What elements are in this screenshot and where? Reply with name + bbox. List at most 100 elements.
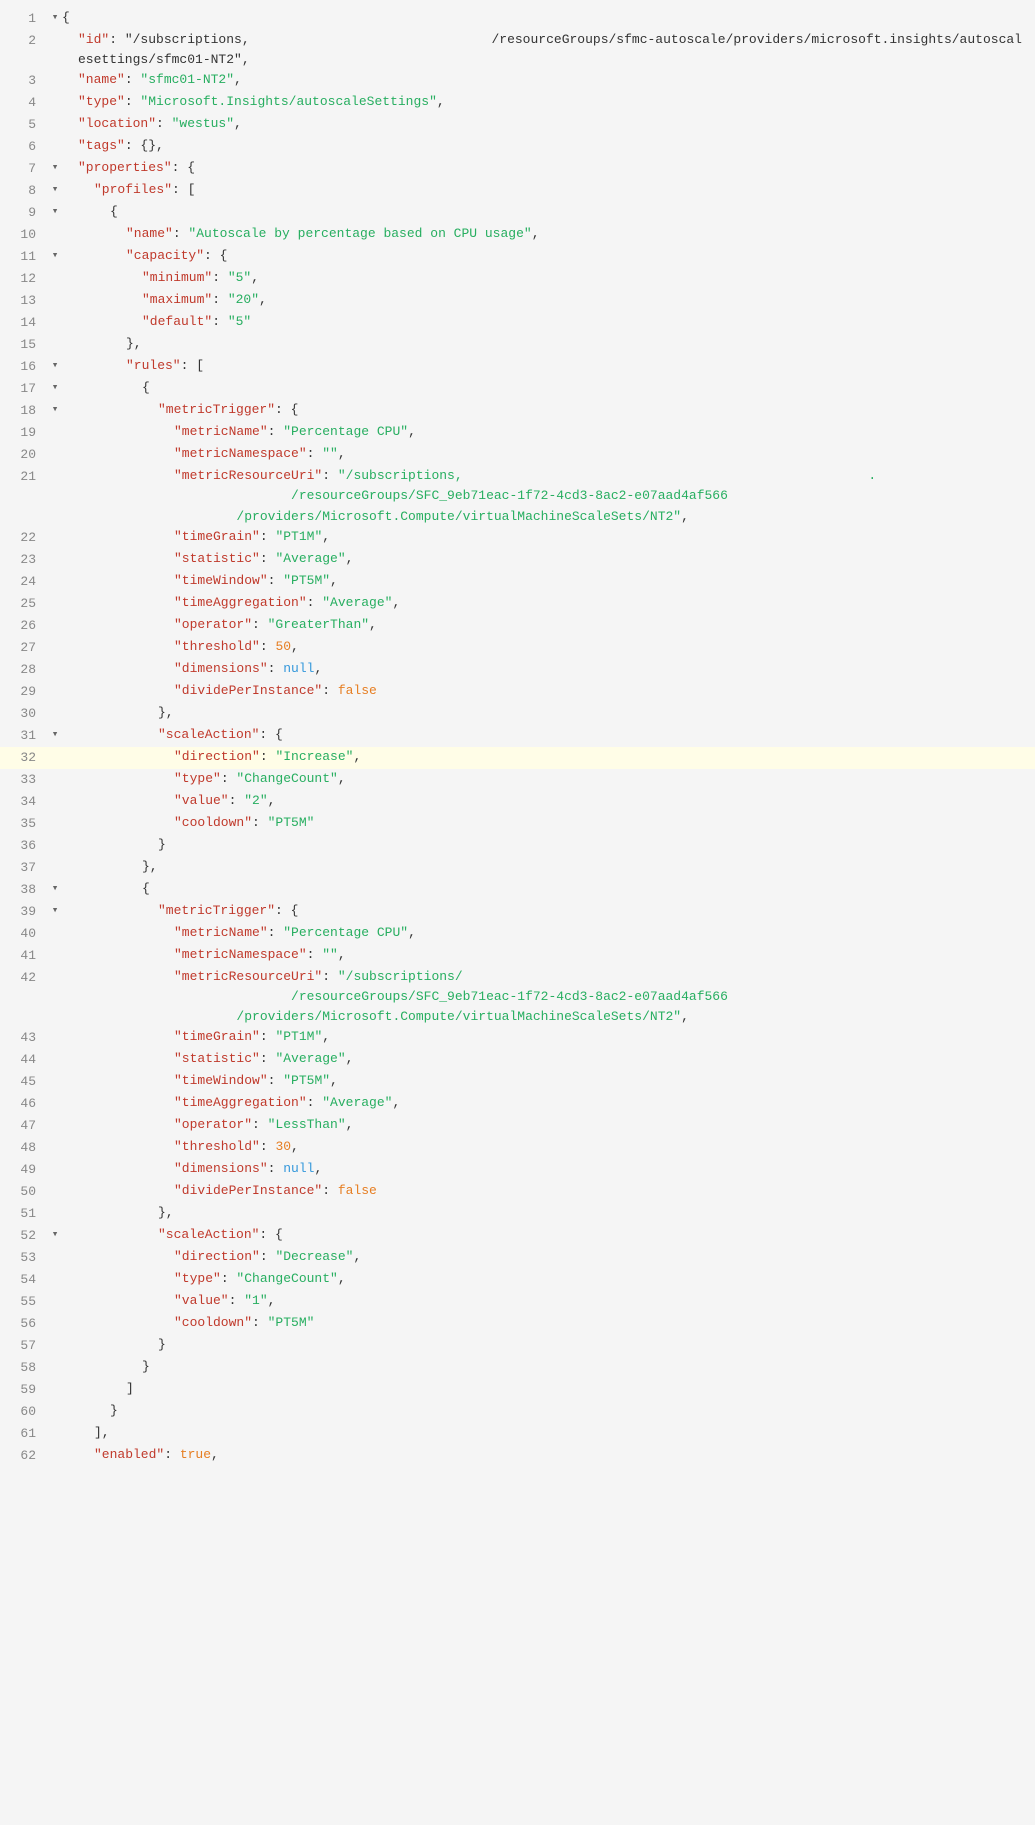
line-content: "metricResourceUri": "/subscriptions/ /r… [62,967,1035,1027]
line-number: 7 [0,158,48,179]
code-line: 36} [0,835,1035,857]
code-line: 47"operator": "LessThan", [0,1115,1035,1137]
collapse-icon[interactable]: ▾ [48,356,62,375]
code-line: 26"operator": "GreaterThan", [0,615,1035,637]
code-line: 53 "direction": "Decrease", [0,1247,1035,1269]
code-line: 39▾"metricTrigger": { [0,901,1035,923]
line-content: "metricName": "Percentage CPU", [62,923,1035,943]
line-number: 43 [0,1027,48,1048]
line-content: "maximum": "20", [62,290,1035,310]
code-line: 11▾"capacity": { [0,246,1035,268]
code-line: 38▾{ [0,879,1035,901]
line-number: 31 [0,725,48,746]
collapse-icon[interactable]: ▾ [48,246,62,265]
collapse-icon[interactable]: ▾ [48,180,62,199]
line-content: "timeGrain": "PT1M", [62,1027,1035,1047]
line-content: "properties": { [62,158,1035,178]
line-number: 38 [0,879,48,900]
code-line: 43 "timeGrain": "PT1M", [0,1027,1035,1049]
line-content: "default": "5" [62,312,1035,332]
line-content: "dividePerInstance": false [62,681,1035,701]
collapse-icon[interactable]: ▾ [48,901,62,920]
code-line: 3 "name": "sfmc01-NT2", [0,70,1035,92]
collapse-icon[interactable]: ▾ [48,725,62,744]
code-line: 40"metricName": "Percentage CPU", [0,923,1035,945]
code-line: 21"metricResourceUri": "/subscriptions, … [0,466,1035,526]
line-content: }, [62,334,1035,354]
line-number: 61 [0,1423,48,1444]
line-number: 37 [0,857,48,878]
line-number: 49 [0,1159,48,1180]
line-number: 35 [0,813,48,834]
line-content: "value": "1", [62,1291,1035,1311]
code-line: 10"name": "Autoscale by percentage based… [0,224,1035,246]
line-content: "timeAggregation": "Average", [62,593,1035,613]
line-content: "threshold": 50, [62,637,1035,657]
code-line: 34"value": "2", [0,791,1035,813]
line-content: "rules": [ [62,356,1035,376]
line-content: "minimum": "5", [62,268,1035,288]
line-number: 30 [0,703,48,724]
line-number: 62 [0,1445,48,1466]
line-number: 4 [0,92,48,113]
line-number: 47 [0,1115,48,1136]
code-line: 2"id": "/subscriptions, /resourceGroups/… [0,30,1035,70]
code-line: 14 "default": "5" [0,312,1035,334]
line-number: 3 [0,70,48,91]
line-number: 33 [0,769,48,790]
line-content: "dimensions": null, [62,659,1035,679]
line-number: 19 [0,422,48,443]
line-content: "name": "sfmc01-NT2", [62,70,1035,90]
collapse-icon[interactable]: ▾ [48,158,62,177]
line-number: 59 [0,1379,48,1400]
line-number: 56 [0,1313,48,1334]
code-line: 19"metricName": "Percentage CPU", [0,422,1035,444]
code-line: 15}, [0,334,1035,356]
line-number: 9 [0,202,48,223]
line-content: { [62,378,1035,398]
collapse-icon[interactable]: ▾ [48,8,62,27]
code-line: 13"maximum": "20", [0,290,1035,312]
collapse-icon[interactable]: ▾ [48,1225,62,1244]
line-number: 39 [0,901,48,922]
line-content: "metricTrigger": { [62,901,1035,921]
collapse-icon[interactable]: ▾ [48,378,62,397]
line-content: "type": "ChangeCount", [62,769,1035,789]
line-content: }, [62,703,1035,723]
code-line: 22"timeGrain": "PT1M", [0,527,1035,549]
line-content: { [62,8,1035,28]
code-line: 41"metricNamespace": "", [0,945,1035,967]
line-content: { [62,879,1035,899]
code-line: 57} [0,1335,1035,1357]
line-content: } [62,835,1035,855]
code-line: 31▾"scaleAction": { [0,725,1035,747]
code-line: 20"metricNamespace": "", [0,444,1035,466]
code-line: 59] [0,1379,1035,1401]
code-line: 33 "type": "ChangeCount", [0,769,1035,791]
line-number: 32 [0,747,48,768]
line-number: 53 [0,1247,48,1268]
code-line: 56 "cooldown": "PT5M" [0,1313,1035,1335]
line-number: 24 [0,571,48,592]
line-number: 11 [0,246,48,267]
line-content: "direction": "Decrease", [62,1247,1035,1267]
line-number: 52 [0,1225,48,1246]
collapse-icon[interactable]: ▾ [48,879,62,898]
collapse-icon[interactable]: ▾ [48,202,62,221]
line-number: 51 [0,1203,48,1224]
collapse-icon[interactable]: ▾ [48,400,62,419]
line-content: "timeGrain": "PT1M", [62,527,1035,547]
code-line: 55"value": "1", [0,1291,1035,1313]
line-number: 14 [0,312,48,333]
code-line: 16▾"rules": [ [0,356,1035,378]
line-content: "cooldown": "PT5M" [62,1313,1035,1333]
line-content: "type": "ChangeCount", [62,1269,1035,1289]
line-content: "dividePerInstance": false [62,1181,1035,1201]
code-line: 29"dividePerInstance": false [0,681,1035,703]
code-line: 45"timeWindow": "PT5M", [0,1071,1035,1093]
code-line: 32"direction": "Increase", [0,747,1035,769]
line-content: "enabled": true, [62,1445,1035,1465]
line-content: }, [62,857,1035,877]
line-number: 10 [0,224,48,245]
line-number: 57 [0,1335,48,1356]
